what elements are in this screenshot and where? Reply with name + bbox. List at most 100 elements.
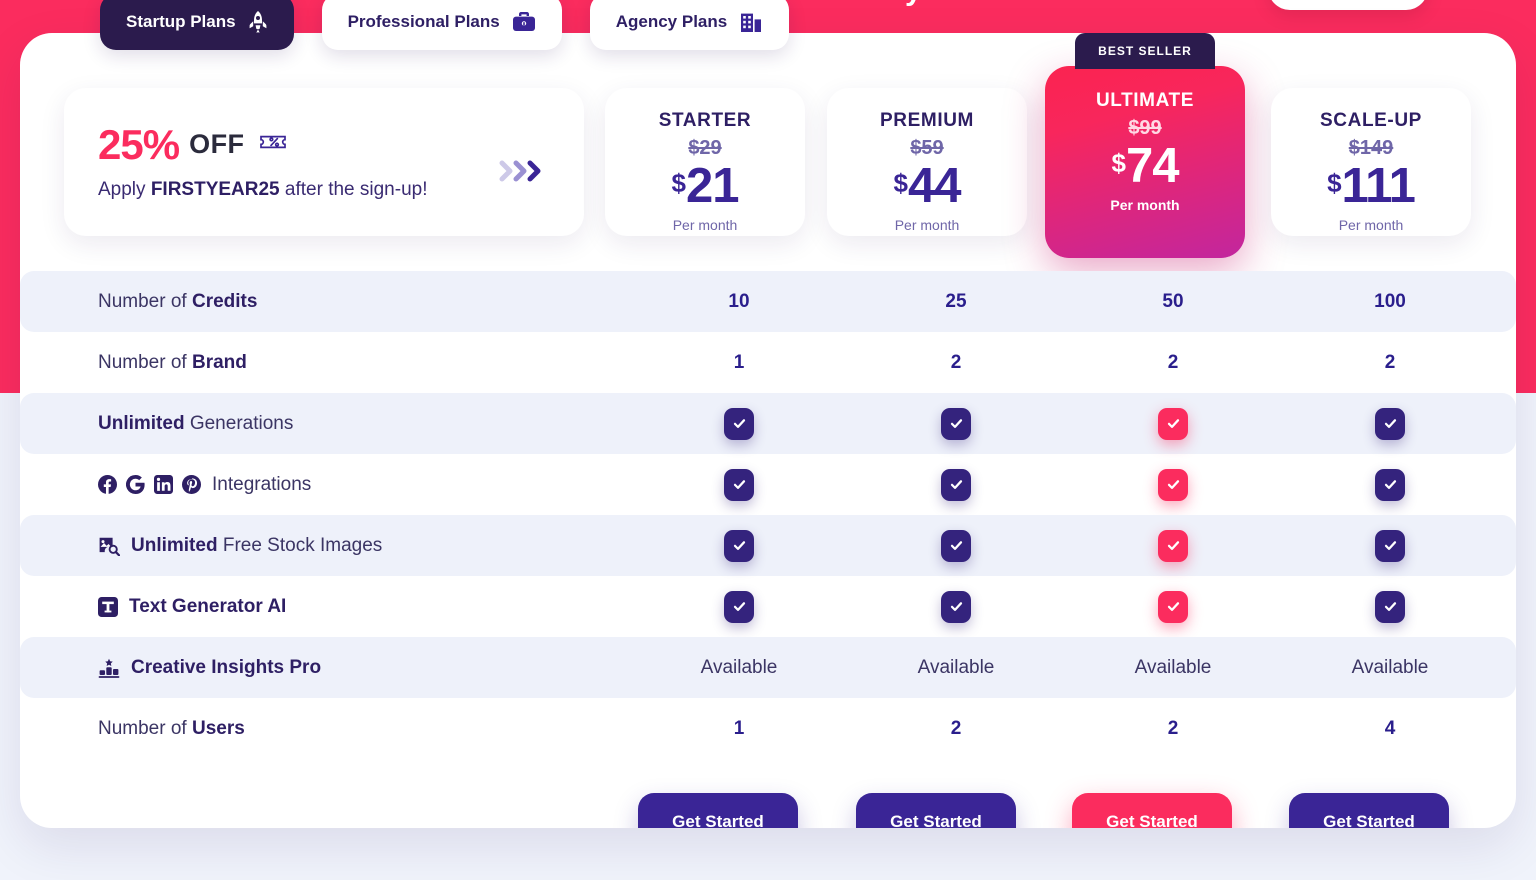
plan-period-scaleup: Per month — [1338, 217, 1404, 233]
pricing-card-container: 25% OFF Apply FIRSTYEAR25 after the sign… — [20, 33, 1516, 828]
feature-label-text: Unlimited Generations — [98, 412, 294, 434]
feature-cell — [1310, 590, 1470, 623]
price-amount: 21 — [685, 159, 740, 213]
promo-coupon-code: FIRSTYEAR25 — [150, 178, 280, 200]
feature-row: Number of Users 1 2 2 4 — [20, 698, 1516, 759]
plan-name-starter: STARTER — [658, 110, 752, 131]
feature-comparison-table: Number of Credits 10 25 50 100 Number of Bran… — [20, 271, 1516, 759]
feature-label: Unlimited Generations — [98, 413, 293, 435]
price-amount: 44 — [907, 159, 962, 213]
feature-cell — [1093, 529, 1253, 562]
plan-price-premium: $ 44 — [827, 162, 1027, 211]
feature-cell — [1310, 529, 1470, 562]
check-icon — [1158, 529, 1188, 562]
plan-card-premium[interactable]: PREMIUM $59 $ 44 Per month — [827, 88, 1027, 236]
promo-off-label: OFF — [189, 129, 245, 159]
check-icon — [1375, 468, 1405, 501]
currency-symbol: $ — [1111, 148, 1126, 178]
feature-label: Number of Credits — [98, 291, 257, 313]
tab-label-startup: Startup Plans — [126, 12, 236, 31]
plan-old-price-starter: $29 — [688, 137, 722, 159]
cutoff-heading-text: y — [905, 0, 1225, 8]
plan-price-ultimate: $ 74 — [1045, 142, 1245, 191]
pinterest-icon — [182, 475, 201, 494]
tab-professional-plans[interactable]: Professional Plans — [321, 0, 562, 50]
feature-cell — [659, 468, 819, 501]
get-started-button-starter[interactable]: Get Started — [638, 793, 798, 828]
currency-symbol: $ — [893, 168, 908, 198]
tab-label-professional: Professional Plans — [347, 12, 500, 31]
feature-cell: 10 — [728, 290, 750, 312]
get-started-button-scaleup[interactable]: Get Started — [1289, 793, 1449, 828]
feature-cell — [659, 529, 819, 562]
feature-cell: Available — [1351, 656, 1429, 678]
feature-label-text: Number of Credits — [98, 290, 258, 312]
feature-cell — [1093, 590, 1253, 623]
feature-cell: Available — [1134, 656, 1212, 678]
feature-cell — [876, 407, 1036, 440]
briefcase-icon — [512, 11, 536, 33]
feature-cell — [876, 529, 1036, 562]
plan-old-price-scaleup: $149 — [1348, 137, 1394, 159]
plan-period-starter: Per month — [672, 217, 738, 233]
promo-subline: Apply FIRSTYEAR25 after the sign-up! — [98, 179, 428, 201]
plan-card-starter[interactable]: STARTER $29 $ 21 Per month — [605, 88, 805, 236]
feature-cell: Available — [917, 656, 995, 678]
feature-label: Unlimited Free Stock Images — [98, 535, 382, 557]
rocket-icon — [248, 11, 268, 33]
feature-row: Number of Credits 10 25 50 100 — [20, 271, 1516, 332]
feature-cell: 100 — [1374, 290, 1406, 312]
linkedin-icon — [154, 475, 173, 494]
check-icon — [941, 468, 971, 501]
tab-agency-plans[interactable]: Agency Plans — [589, 0, 790, 50]
price-amount: 74 — [1125, 139, 1180, 193]
check-icon — [724, 529, 754, 562]
check-icon — [941, 590, 971, 623]
promo-percent: 25% — [98, 120, 180, 168]
feature-cell — [1093, 407, 1253, 440]
plan-name-premium: PREMIUM — [880, 110, 974, 131]
get-started-button-ultimate[interactable]: Get Started — [1072, 793, 1232, 828]
google-icon — [126, 475, 145, 494]
check-icon — [941, 407, 971, 440]
check-icon — [724, 590, 754, 623]
percent-ticket-icon — [259, 132, 287, 157]
double-chevron-right-icon — [496, 156, 548, 186]
feature-row: Integrations — [20, 454, 1516, 515]
feature-cell — [1093, 468, 1253, 501]
office-building-icon — [739, 11, 763, 33]
plan-old-price-ultimate: $99 — [1128, 117, 1162, 139]
feature-label: Number of Brand — [98, 352, 247, 374]
feature-cell: 1 — [733, 351, 745, 373]
tab-startup-plans[interactable]: Startup Plans — [100, 0, 294, 50]
plan-old-price-premium: $59 — [910, 137, 944, 159]
get-started-button-premium[interactable]: Get Started — [856, 793, 1016, 828]
currency-symbol: $ — [671, 168, 686, 198]
check-icon — [724, 468, 754, 501]
cutoff-toggle-pill[interactable] — [1268, 0, 1428, 10]
feature-cell: 25 — [945, 290, 967, 312]
feature-cell — [876, 590, 1036, 623]
plan-name-scaleup: SCALE-UP — [1320, 110, 1422, 131]
price-amount: 111 — [1341, 159, 1416, 213]
plan-card-ultimate[interactable]: ULTIMATE $99 $ 74 Per month — [1045, 66, 1245, 258]
check-icon — [1158, 468, 1188, 501]
facebook-icon — [98, 475, 117, 494]
feature-cell — [659, 590, 819, 623]
check-icon — [1375, 529, 1405, 562]
plan-card-scaleup[interactable]: SCALE-UP $149 $ 111 Per month — [1271, 88, 1471, 236]
tab-label-agency: Agency Plans — [615, 12, 728, 31]
feature-cell: 2 — [950, 717, 962, 739]
feature-label: Integrations — [98, 474, 311, 496]
plan-category-tabs: Startup Plans Professional Plans Agency … — [100, 0, 790, 50]
feature-cell — [1310, 468, 1470, 501]
feature-cell: 4 — [1384, 717, 1396, 739]
check-icon — [1158, 407, 1188, 440]
currency-symbol: $ — [1327, 168, 1342, 198]
feature-cell: 2 — [1167, 351, 1179, 373]
promo-apply-prefix: Apply — [98, 178, 151, 200]
feature-cell: 2 — [950, 351, 962, 373]
check-icon — [1375, 407, 1405, 440]
feature-cell: Available — [700, 656, 778, 678]
feature-row: Unlimited Generations — [20, 393, 1516, 454]
